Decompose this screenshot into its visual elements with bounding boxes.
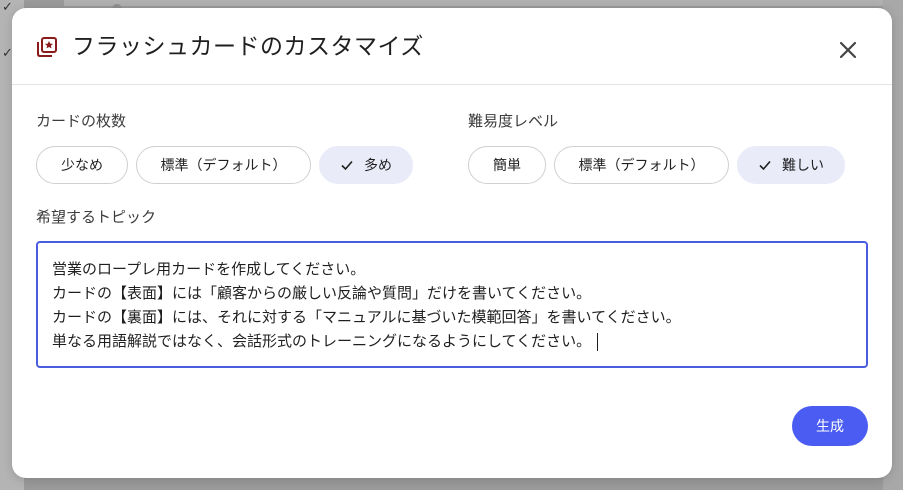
card-count-option-many[interactable]: 多め (319, 146, 413, 184)
dialog-header: フラッシュカードのカスタマイズ (12, 8, 892, 85)
topic-textarea[interactable]: 営業のロープレ用カードを作成してください。 カードの【表面】には「顧客からの厳し… (36, 241, 868, 368)
dialog-title: フラッシュカードのカスタマイズ (72, 34, 424, 60)
background-strip (64, 0, 884, 6)
chip-label: 少なめ (61, 158, 103, 174)
chip-label: 簡単 (493, 158, 521, 174)
topic-line-last: 単なる用語解説ではなく、会話形式のトレーニングになるようにしてください。 (52, 329, 852, 353)
topic-line: カードの【裏面】には、それに対する「マニュアルに基づいた模範回答」を書いてくださ… (52, 308, 681, 326)
chip-label: 難しい (782, 158, 824, 174)
check-icon (759, 160, 771, 171)
difficulty-option-hard[interactable]: 難しい (737, 146, 845, 184)
flashcard-star-icon (36, 36, 58, 58)
text-cursor (597, 332, 599, 351)
difficulty-option-easy[interactable]: 簡単 (468, 146, 546, 184)
generate-button[interactable]: 生成 (792, 406, 868, 446)
topic-label: 希望するトピック (36, 208, 157, 226)
difficulty-option-standard[interactable]: 標準（デフォルト） (554, 146, 729, 184)
chip-label: 多め (364, 158, 392, 174)
difficulty-label: 難易度レベル (468, 112, 559, 130)
check-icon (341, 160, 353, 171)
chip-label: 標準（デフォルト） (160, 158, 287, 174)
card-count-label: カードの枚数 (36, 112, 127, 130)
flashcard-customize-dialog: フラッシュカードのカスタマイズ カードの枚数 少なめ 標準（デフォルト） 多め … (12, 8, 892, 478)
card-count-option-standard[interactable]: 標準（デフォルト） (136, 146, 311, 184)
card-count-option-few[interactable]: 少なめ (36, 146, 128, 184)
close-icon (839, 41, 857, 59)
chip-label: 標準（デフォルト） (578, 158, 705, 174)
topic-line-text: 単なる用語解説ではなく、会話形式のトレーニングになるようにしてください。 (52, 332, 592, 350)
topic-line: カードの【表面】には「顧客からの厳しい反論や質問」だけを書いてください。 (52, 284, 592, 302)
close-button[interactable] (834, 36, 862, 64)
topic-line: 営業のロープレ用カードを作成してください。 (52, 260, 366, 278)
